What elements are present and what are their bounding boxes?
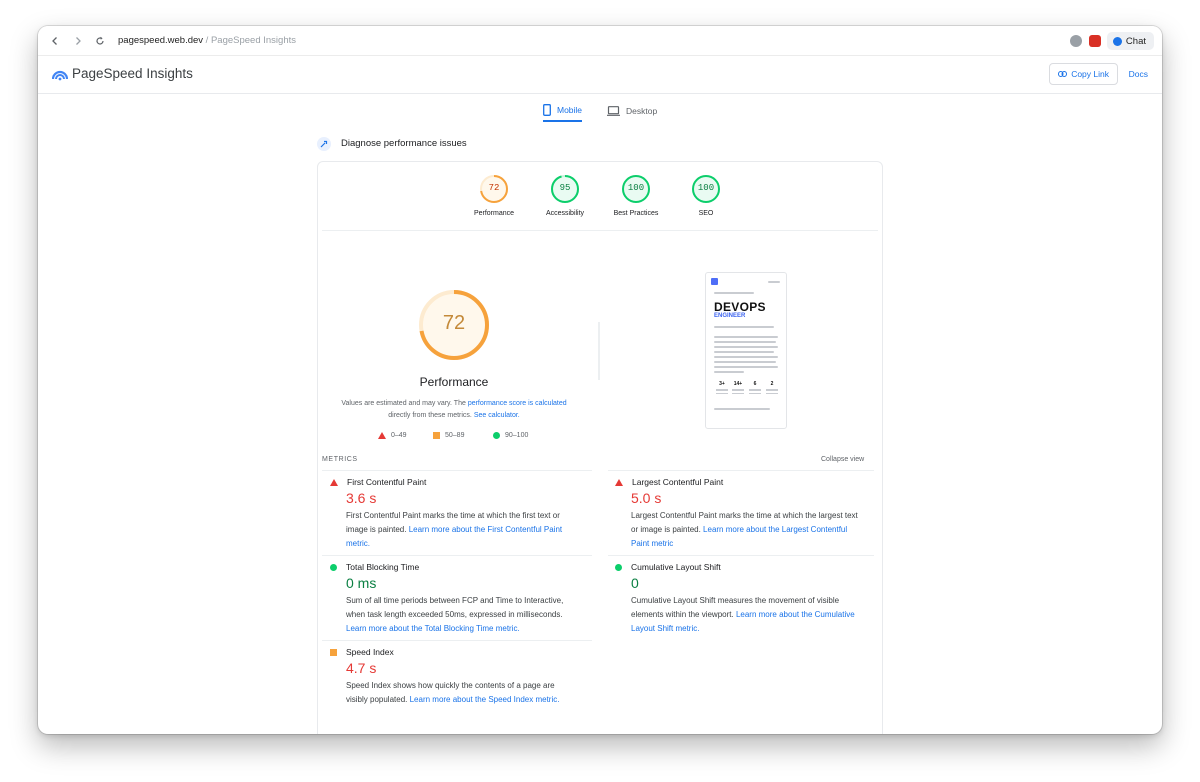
link-icon <box>1058 71 1068 77</box>
pagespeed-logo-icon <box>51 67 69 81</box>
metric-first-contentful-paint: First Contentful Paint 3.6 s First Conte… <box>330 476 578 551</box>
performance-label: Performance <box>473 210 515 217</box>
metric-name: Cumulative Layout Shift <box>631 562 721 572</box>
app-header: PageSpeed Insights Copy Link Docs <box>38 56 1162 94</box>
metric-name: Total Blocking Time <box>346 562 420 572</box>
metric-value: 4.7 s <box>346 660 377 676</box>
accessibility-score: 95 <box>559 183 571 193</box>
metric-cumulative-layout-shift: Cumulative Layout Shift 0 Cumulative Lay… <box>615 561 863 636</box>
url-path: / PageSpeed Insights <box>203 35 297 46</box>
vertical-divider <box>598 322 600 380</box>
address-bar[interactable]: pagespeed.web.dev / PageSpeed Insights <box>118 35 296 46</box>
thumbnail-stat: 14+ <box>732 381 744 394</box>
chat-button[interactable]: Chat <box>1106 32 1154 50</box>
metric-value: 5.0 s <box>631 490 662 506</box>
metric-speed-index: Speed Index 4.7 s Speed Index shows how … <box>330 646 578 707</box>
back-icon[interactable] <box>48 34 62 48</box>
phone-icon <box>543 104 551 116</box>
note-text: Values are estimated and may vary. The <box>341 400 468 407</box>
app-title[interactable]: PageSpeed Insights <box>72 66 193 81</box>
metric-name: First Contentful Paint <box>347 477 427 487</box>
laptop-icon <box>607 106 620 116</box>
page-screenshot-thumbnail: DEVOPS ENGINEER 3+ 14+ 6 2 <box>705 272 787 429</box>
performance-score: 72 <box>488 183 500 193</box>
copy-link-button[interactable]: Copy Link <box>1049 63 1118 85</box>
legend-pass-label: 90–100 <box>505 432 529 439</box>
metric-name: Speed Index <box>346 647 394 657</box>
diagnose-icon <box>317 137 331 151</box>
learn-more-link[interactable]: Learn more about the Speed Index metric. <box>410 695 560 704</box>
tab-mobile[interactable]: Mobile <box>543 100 583 122</box>
metric-largest-contentful-paint: Largest Contentful Paint 5.0 s Largest C… <box>615 476 863 551</box>
metric-value: 3.6 s <box>346 490 377 506</box>
docs-link[interactable]: Docs <box>1129 69 1148 79</box>
best-practices-label: Best Practices <box>613 210 659 217</box>
pass-circle-icon <box>330 563 337 571</box>
thumbnail-subheading: ENGINEER <box>714 313 746 319</box>
forward-icon[interactable] <box>71 34 85 48</box>
divider <box>322 230 878 231</box>
see-calculator-link[interactable]: See calculator. <box>474 412 520 419</box>
legend-average: 50–89 <box>433 432 464 439</box>
triangle-icon <box>378 432 386 439</box>
fail-triangle-icon <box>615 478 623 486</box>
chat-icon <box>1112 36 1122 46</box>
legend-pass: 90–100 <box>493 432 528 439</box>
browser-window: pagespeed.web.dev / PageSpeed Insights C… <box>38 26 1162 734</box>
circle-icon <box>493 432 500 439</box>
metric-description: First Contentful Paint marks the time at… <box>346 511 563 548</box>
performance-score-link[interactable]: performance score is calculated <box>468 400 567 407</box>
url-host: pagespeed.web.dev <box>118 35 204 46</box>
reload-icon[interactable] <box>93 34 107 48</box>
performance-note: Values are estimated and may vary. The p… <box>340 398 568 421</box>
copy-link-label: Copy Link <box>1071 69 1109 79</box>
diagnose-title: Diagnose performance issues <box>341 138 467 149</box>
note-text-mid: directly from these metrics. <box>388 411 474 419</box>
tab-desktop-label: Desktop <box>626 106 658 116</box>
learn-more-link[interactable]: Learn more about the Total Blocking Time… <box>346 624 520 633</box>
extension-red-icon[interactable] <box>1089 35 1101 47</box>
metric-description: Speed Index shows how quickly the conten… <box>346 681 560 704</box>
metric-description: Sum of all time periods between FCP and … <box>346 596 564 633</box>
metric-description: Cumulative Layout Shift measures the mov… <box>631 596 855 633</box>
tab-desktop[interactable]: Desktop <box>607 100 657 122</box>
seo-label: SEO <box>698 210 714 217</box>
performance-large-score: 72 <box>442 312 466 334</box>
performance-title: Performance <box>419 375 489 389</box>
browser-toolbar: pagespeed.web.dev / PageSpeed Insights C… <box>38 26 1162 56</box>
thumbnail-stat: 3+ <box>716 381 728 394</box>
accessibility-label: Accessibility <box>545 210 585 217</box>
metrics-heading: METRICS <box>322 456 358 463</box>
square-icon <box>433 432 440 439</box>
metric-description: Largest Contentful Paint marks the time … <box>631 511 858 548</box>
thumbnail-stat: 2 <box>766 381 778 394</box>
fail-triangle-icon <box>330 478 338 486</box>
tab-mobile-label: Mobile <box>557 105 583 115</box>
metric-name: Largest Contentful Paint <box>632 477 724 487</box>
pass-circle-icon <box>615 563 622 571</box>
thumbnail-stat: 6 <box>749 381 761 394</box>
legend-average-label: 50–89 <box>445 432 465 439</box>
legend-fail: 0–49 <box>378 432 407 439</box>
metric-total-blocking-time: Total Blocking Time 0 ms Sum of all time… <box>330 561 578 636</box>
seo-score: 100 <box>697 183 715 193</box>
extension-icon[interactable] <box>1070 35 1082 47</box>
collapse-view-button[interactable]: Collapse view <box>821 456 864 463</box>
chat-label: Chat <box>1125 35 1146 47</box>
thumbnail-logo-icon <box>711 278 718 285</box>
legend-fail-label: 0–49 <box>391 432 407 439</box>
thumbnail-heading: DEVOPS <box>714 300 766 314</box>
average-square-icon <box>330 648 337 656</box>
metric-value: 0 ms <box>346 575 377 591</box>
best-practices-score: 100 <box>627 183 645 193</box>
metric-value: 0 <box>631 575 639 591</box>
